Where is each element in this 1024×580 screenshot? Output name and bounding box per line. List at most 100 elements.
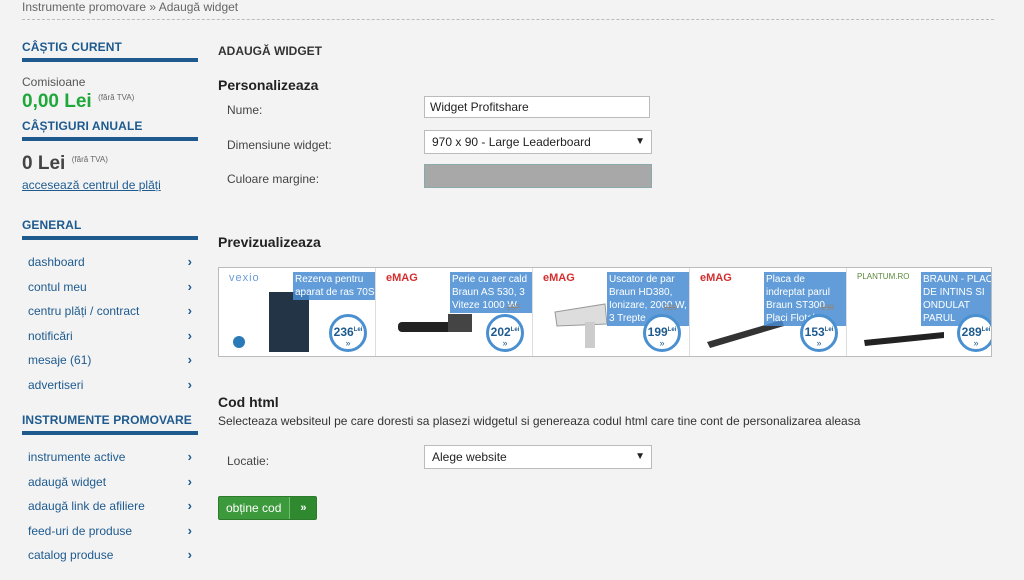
location-select[interactable]: Alege website ▼ <box>424 445 652 469</box>
price-badge: 289Lei » <box>957 314 991 352</box>
name-label: Nume: <box>227 103 263 117</box>
chevron-right-icon: › <box>187 254 192 269</box>
html-code-heading: Cod html <box>218 394 279 410</box>
chevron-right-icon: › <box>187 473 192 489</box>
price-badge: 236Lei » <box>329 314 367 352</box>
sidebar-item-label: adaugă widget <box>28 474 107 489</box>
price-badge: 199Lei » <box>643 314 681 352</box>
price-value: 153 <box>804 325 825 339</box>
product-image <box>233 292 309 352</box>
sidebar-item-active-tools[interactable]: instrumente active › <box>22 445 198 470</box>
location-value: Alege website <box>432 450 507 464</box>
chevron-right-icon: › <box>187 522 192 538</box>
product-description: Rezerva pentru aparat de ras 70S <box>293 272 375 300</box>
double-chevron-right-icon: » <box>345 338 351 348</box>
store-logo: PLANTUM.RO <box>857 272 910 281</box>
top-divider <box>22 19 994 20</box>
page-title: ADAUGĂ WIDGET <box>218 44 322 58</box>
preview-product[interactable]: PLANTUM.RO BRAUN - PLACA DE INTINS SI ON… <box>847 268 991 356</box>
general-menu: dashboard › contul meu › centru plăți / co… <box>22 250 198 397</box>
sidebar-item-product-feeds[interactable]: feed-uri de produse › <box>22 519 198 544</box>
border-color-label: Culoare margine: <box>227 172 320 186</box>
general-heading: GENERAL <box>22 216 198 240</box>
get-code-button[interactable]: obține cod » <box>218 496 318 520</box>
payments-center-link[interactable]: accesează centrul de plăți <box>22 178 161 192</box>
annual-vat-note: (fără TVA) <box>71 155 108 164</box>
chevron-right-icon: › <box>187 327 192 343</box>
widget-name-input[interactable] <box>424 96 650 118</box>
preview-product[interactable]: vexio Rezerva pentru aparat de ras 70S 2… <box>219 268 376 356</box>
currency-label: Lei <box>981 327 991 333</box>
annual-earnings-heading: CÂȘTIGURI ANUALE <box>22 117 198 141</box>
preview-product[interactable]: eMAG Placa de indreptat parul Braun ST30… <box>690 268 847 356</box>
vat-note: (fără TVA) <box>98 93 135 102</box>
currency-label: Lei <box>824 327 834 333</box>
sidebar-item-account[interactable]: contul meu › <box>22 275 198 300</box>
chevron-right-icon: › <box>187 449 192 464</box>
store-logo: eMAG <box>700 272 732 284</box>
old-price: 180 <box>820 303 834 312</box>
chevron-right-icon: › <box>187 278 192 294</box>
location-label: Locatie: <box>227 454 270 468</box>
double-chevron-right-icon: » <box>502 338 508 348</box>
sidebar-item-product-catalog[interactable]: catalog produse › <box>22 543 198 568</box>
caret-down-icon: ▼ <box>635 451 645 462</box>
current-earnings-amount: 0,00 Lei <box>22 91 92 112</box>
double-chevron-right-icon: » <box>659 338 665 348</box>
double-chevron-right-icon: » <box>973 338 979 348</box>
old-price: 237 <box>506 303 520 312</box>
currency-label: Lei <box>353 327 363 333</box>
preview-product[interactable]: eMAG Uscator de par Braun HD380, Ionizar… <box>533 268 690 356</box>
sidebar-item-notifications[interactable]: notificări › <box>22 324 198 349</box>
product-description: Perie cu aer cald Braun AS 530, 3 Viteze… <box>450 272 532 313</box>
store-logo: eMAG <box>386 272 418 284</box>
sidebar-item-label: notificări <box>28 328 73 343</box>
sidebar: CÂȘTIG CURENT Comisioane 0,00 Lei (fără … <box>22 38 198 568</box>
price-value: 202 <box>490 325 511 339</box>
sidebar-item-label: instrumente active <box>28 450 126 464</box>
price-badge: 202Lei » <box>486 314 524 352</box>
price-value: 236 <box>333 325 354 339</box>
caret-down-icon: ▼ <box>635 136 645 147</box>
chevron-right-icon: › <box>187 352 192 367</box>
double-chevron-right-icon: » <box>289 497 317 519</box>
preview-heading: Previzualizeaza <box>218 234 321 250</box>
preview-product[interactable]: eMAG Perie cu aer cald Braun AS 530, 3 V… <box>376 268 533 356</box>
store-logo: eMAG <box>543 272 575 284</box>
double-chevron-right-icon: » <box>816 338 822 348</box>
chevron-right-icon: › <box>187 547 192 562</box>
widget-preview: vexio Rezerva pentru aparat de ras 70S 2… <box>218 267 992 357</box>
currency-label: Lei <box>667 327 677 333</box>
chevron-right-icon: › <box>187 498 192 513</box>
breadcrumb[interactable]: Instrumente promovare » Adaugă widget <box>22 0 238 14</box>
store-logo: vexio <box>229 272 260 284</box>
price-badge: 153Lei » <box>800 314 838 352</box>
sidebar-item-payments[interactable]: centru plăți / contract › <box>22 299 198 324</box>
current-earnings-heading: CÂȘTIG CURENT <box>22 38 198 62</box>
personalize-heading: Personalizeaza <box>218 77 319 93</box>
html-code-description: Selecteaza websiteul pe care doresti sa … <box>218 414 861 428</box>
sidebar-item-label: centru plăți / contract <box>28 304 140 318</box>
sidebar-item-label: catalog produse <box>28 548 114 562</box>
sidebar-item-label: adaugă link de afiliere <box>28 499 145 513</box>
border-color-picker[interactable] <box>424 164 652 188</box>
promo-tools-heading: INSTRUMENTE PROMOVARE <box>22 411 198 435</box>
sidebar-item-add-widget[interactable]: adaugă widget › <box>22 470 198 495</box>
sidebar-item-label: mesaje (61) <box>28 353 92 367</box>
price-value: 289 <box>961 325 982 339</box>
sidebar-item-label: feed-uri de produse <box>28 523 133 538</box>
annual-earnings-amount: 0 Lei <box>22 153 66 174</box>
sidebar-item-label: contul meu <box>28 279 87 294</box>
size-label: Dimensiune widget: <box>227 138 332 152</box>
chevron-right-icon: › <box>187 376 192 392</box>
widget-size-value: 970 x 90 - Large Leaderboard <box>432 135 591 149</box>
promo-menu: instrumente active › adaugă widget › adaug… <box>22 445 198 568</box>
price-value: 199 <box>647 325 668 339</box>
sidebar-item-advertisers[interactable]: advertiseri › <box>22 373 198 398</box>
sidebar-item-label: advertiseri <box>28 377 84 392</box>
get-code-label: obține cod <box>226 501 282 515</box>
widget-size-select[interactable]: 970 x 90 - Large Leaderboard ▼ <box>424 130 652 154</box>
sidebar-item-dashboard[interactable]: dashboard › <box>22 250 198 275</box>
sidebar-item-messages[interactable]: mesaje (61) › <box>22 348 198 373</box>
sidebar-item-add-link[interactable]: adaugă link de afiliere › <box>22 494 198 519</box>
